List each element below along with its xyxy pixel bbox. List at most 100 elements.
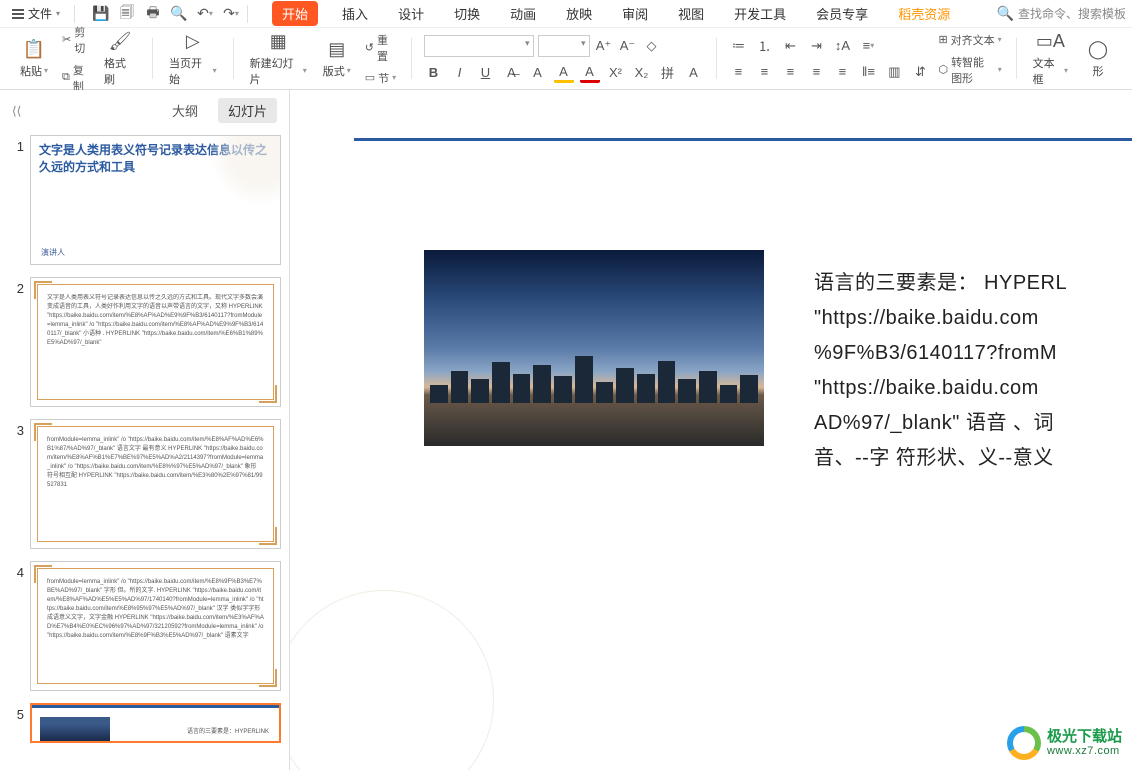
thumb-number: 2 bbox=[8, 277, 24, 296]
clipboard-group: 📋 粘贴▾ ✂剪切 ⧉复制 🖌 格式刷 bbox=[8, 32, 146, 85]
align-right-button[interactable]: ≡ bbox=[780, 62, 800, 82]
collapse-panel-button[interactable]: ⟨⟨ bbox=[12, 104, 21, 118]
redo-icon[interactable]: ↷▾ bbox=[223, 6, 239, 22]
align-combo-button[interactable]: ≡▾ bbox=[858, 36, 878, 56]
section-button[interactable]: ▭节▾ bbox=[363, 69, 399, 87]
decrease-font-button[interactable]: A⁻ bbox=[618, 36, 638, 56]
tab-view[interactable]: 视图 bbox=[672, 0, 710, 27]
undo-icon[interactable]: ↶▾ bbox=[197, 6, 213, 22]
thumb-image bbox=[40, 717, 110, 741]
new-slide-label: 新建幻灯片 bbox=[250, 55, 301, 87]
numbering-button[interactable]: ⒈ bbox=[754, 36, 774, 56]
italic-button[interactable]: I bbox=[450, 63, 470, 83]
thumb-text: fromModule=lemma_inlink" /o "https://bai… bbox=[47, 436, 264, 532]
font-family-select[interactable] bbox=[424, 35, 534, 57]
layout-button[interactable]: ▤ 版式▾ bbox=[317, 37, 357, 81]
bold-button[interactable]: B bbox=[424, 63, 444, 83]
slide-thumbnail-5[interactable]: 语言的三要素是：HYPERLINK bbox=[30, 703, 281, 743]
superscript-button[interactable]: X² bbox=[606, 63, 626, 83]
menu-bar: 文件 ▾ 💾 🗐 🖶 🔍 ↶▾ ↷▾ 开始 插入 设计 切换 动画 放映 审阅 … bbox=[0, 0, 1132, 28]
subscript-button[interactable]: X₂ bbox=[632, 63, 652, 83]
line-spacing-button[interactable]: ‖≡ bbox=[858, 62, 878, 82]
increase-font-button[interactable]: A⁺ bbox=[594, 36, 614, 56]
spacing-button[interactable]: ⇵ bbox=[910, 62, 930, 82]
tab-slideshow[interactable]: 放映 bbox=[560, 0, 598, 27]
thumb-number: 1 bbox=[8, 135, 24, 154]
current-slide: 语言的三要素是： HYPERL "https://baike.baidu.com… bbox=[314, 110, 1132, 750]
search-icon: 🔍 bbox=[997, 5, 1014, 22]
justify-button[interactable]: ≡ bbox=[806, 62, 826, 82]
tab-animation[interactable]: 动画 bbox=[504, 0, 542, 27]
reset-label: 重置 bbox=[377, 32, 397, 64]
tab-devtools[interactable]: 开发工具 bbox=[728, 0, 792, 27]
thumb-number: 3 bbox=[8, 419, 24, 438]
strikethrough-button[interactable]: A̶ bbox=[502, 63, 522, 83]
change-case-button[interactable]: 拼 bbox=[658, 63, 678, 83]
cut-button[interactable]: ✂剪切 bbox=[60, 23, 94, 57]
thumb-number: 4 bbox=[8, 561, 24, 580]
paragraph-group: ≔ ⒈ ⇤ ⇥ ↕A ≡▾ ≡ ≡ ≡ ≡ ≡ ‖≡ ▥ ⇵ ⊞对齐文本▾ ⬡转… bbox=[722, 32, 1009, 85]
print-preview-icon[interactable]: 🗐 bbox=[119, 6, 135, 22]
save-icon[interactable]: 💾 bbox=[93, 6, 109, 22]
tab-insert[interactable]: 插入 bbox=[336, 0, 374, 27]
align-left-button[interactable]: ≡ bbox=[728, 62, 748, 82]
font-size-select[interactable] bbox=[538, 35, 590, 57]
new-slide-button[interactable]: ▦ 新建幻灯片▾ bbox=[246, 29, 311, 89]
distribute-button[interactable]: ≡ bbox=[832, 62, 852, 82]
tab-design[interactable]: 设计 bbox=[392, 0, 430, 27]
decrease-indent-button[interactable]: ⇤ bbox=[780, 36, 800, 56]
tab-start[interactable]: 开始 bbox=[272, 1, 318, 26]
from-current-button[interactable]: ▷ 当页开始▾ bbox=[165, 29, 221, 89]
layout-icon: ▤ bbox=[326, 39, 348, 61]
text-direction-button[interactable]: ↕A bbox=[832, 36, 852, 56]
clear-format-button[interactable]: ◇ bbox=[642, 36, 662, 56]
slide-thumbnail-1[interactable]: 文字是人类用表义符号记录表达信息以传之久远的方式和工具 演讲人 bbox=[30, 135, 281, 265]
tab-member[interactable]: 会员专享 bbox=[810, 0, 874, 27]
font-color-button[interactable]: A bbox=[580, 63, 600, 83]
watermark-url: www.xz7.com bbox=[1047, 745, 1122, 757]
slide-image[interactable] bbox=[424, 250, 764, 446]
search-placeholder: 查找命令、搜索模板 bbox=[1018, 5, 1126, 22]
tab-resources[interactable]: 稻壳资源 bbox=[892, 0, 956, 27]
slides-group: ▷ 当页开始▾ bbox=[159, 32, 227, 85]
reset-icon: ↺ bbox=[365, 41, 374, 54]
decor-circle bbox=[290, 590, 494, 770]
slide-panel: ⟨⟨ 大纲 幻灯片 1 文字是人类用表义符号记录表达信息以传之久远的方式和工具 … bbox=[0, 90, 290, 770]
reset-button[interactable]: ↺重置 bbox=[363, 31, 399, 65]
bullets-button[interactable]: ≔ bbox=[728, 36, 748, 56]
format-painter-button[interactable]: 🖌 格式刷 bbox=[100, 29, 140, 89]
thumb-top-line bbox=[32, 705, 279, 708]
shapes-button[interactable]: ◯ 形 bbox=[1078, 37, 1118, 81]
slide-thumbnail-3[interactable]: fromModule=lemma_inlink" /o "https://bai… bbox=[30, 419, 281, 549]
slide-body-text[interactable]: 语言的三要素是： HYPERL "https://baike.baidu.com… bbox=[814, 266, 1132, 476]
tab-transition[interactable]: 切换 bbox=[448, 0, 486, 27]
tab-review[interactable]: 审阅 bbox=[616, 0, 654, 27]
columns-button[interactable]: ▥ bbox=[884, 62, 904, 82]
align-text-label: 对齐文本 bbox=[951, 32, 995, 48]
slide-thumbnail-4[interactable]: fromModule=lemma_inlink" /o "https://bai… bbox=[30, 561, 281, 691]
ribbon: 📋 粘贴▾ ✂剪切 ⧉复制 🖌 格式刷 ▷ 当页开始▾ ▦ 新建幻灯片▾ ▤ 版… bbox=[0, 28, 1132, 90]
copy-label: 复制 bbox=[73, 62, 92, 94]
brush-icon: 🖌 bbox=[109, 31, 131, 53]
increase-indent-button[interactable]: ⇥ bbox=[806, 36, 826, 56]
find-icon[interactable]: 🔍 bbox=[171, 6, 187, 22]
slide-canvas[interactable]: 语言的三要素是： HYPERL "https://baike.baidu.com… bbox=[290, 90, 1132, 770]
smartart-button[interactable]: ⬡转智能图形▾ bbox=[936, 53, 1003, 87]
slides-tab[interactable]: 幻灯片 bbox=[218, 98, 277, 123]
slide-thumbnails[interactable]: 1 文字是人类用表义符号记录表达信息以传之久远的方式和工具 演讲人 2 文字是人… bbox=[0, 131, 289, 770]
paste-button[interactable]: 📋 粘贴▾ bbox=[14, 37, 54, 81]
new-slide-icon: ▦ bbox=[267, 31, 289, 53]
outline-tab[interactable]: 大纲 bbox=[162, 98, 208, 123]
highlight-button[interactable]: A bbox=[554, 63, 574, 83]
font-button[interactable]: A bbox=[528, 63, 548, 83]
file-menu-button[interactable]: 文件 ▾ bbox=[6, 3, 66, 24]
underline-button[interactable]: U bbox=[476, 63, 496, 83]
command-search[interactable]: 🔍 查找命令、搜索模板 bbox=[997, 5, 1126, 22]
font-effects-button[interactable]: A bbox=[684, 63, 704, 83]
print-icon[interactable]: 🖶 bbox=[145, 6, 161, 22]
slide-thumbnail-2[interactable]: 文字是人类用表义符号记录表达信息以传之久远的方式和工具。现代文字多数会演变成语音… bbox=[30, 277, 281, 407]
format-painter-label: 格式刷 bbox=[104, 55, 136, 87]
align-text-button[interactable]: ⊞对齐文本▾ bbox=[936, 31, 1003, 49]
textbox-button[interactable]: ▭A 文本框▾ bbox=[1029, 29, 1072, 89]
align-center-button[interactable]: ≡ bbox=[754, 62, 774, 82]
